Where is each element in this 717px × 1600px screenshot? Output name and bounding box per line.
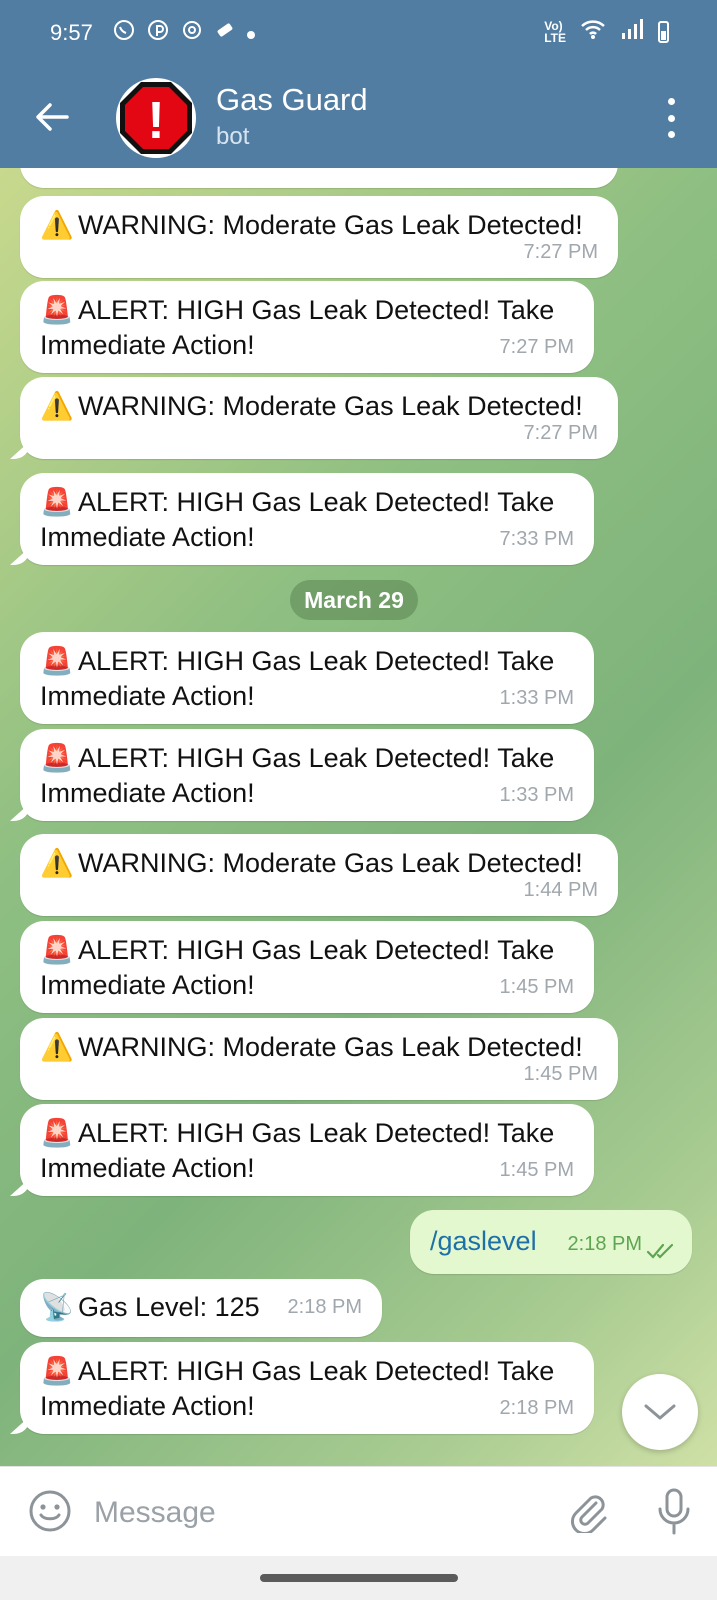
warning-icon: ⚠️ [40, 210, 74, 240]
home-gesture-handle[interactable] [260, 1574, 458, 1582]
paperclip-icon [571, 1495, 607, 1535]
command-link[interactable]: /gaslevel [430, 1226, 537, 1256]
more-options-button[interactable] [661, 98, 681, 138]
chevron-down-icon [644, 1404, 676, 1420]
siren-icon: 🚨 [40, 1118, 74, 1148]
avatar-symbol: ! [147, 92, 164, 150]
chat-title[interactable]: Gas Guard [216, 82, 368, 118]
message-bubble[interactable]: 🚨 ALERT: HIGH Gas Leak Detected! Take Imm… [20, 473, 594, 565]
message-time: 1:44 PM [523, 879, 598, 901]
message-time: 7:27 PM [523, 241, 598, 263]
message-text: ALERT: HIGH Gas Leak Detected! Take Imme… [40, 295, 555, 360]
stop-sign-icon: ! [120, 82, 192, 154]
dot-icon [246, 20, 256, 48]
message-bubble[interactable]: 🚨 ALERT: HIGH Gas Leak Detected! Take Imm… [20, 281, 594, 373]
message-text: WARNING: Moderate Gas Leak Detected! [78, 848, 583, 878]
message-bubble[interactable]: 🚨 ALERT: HIGH Gas Leak Detected! Take Imm… [20, 632, 594, 724]
attach-button[interactable] [566, 1489, 610, 1535]
arrow-left-icon [36, 103, 69, 131]
outgoing-message-bubble[interactable]: /gaslevel 2:18 PM [410, 1210, 692, 1274]
double-check-icon [646, 1243, 674, 1259]
message-text: ALERT: HIGH Gas Leak Detected! Take Imme… [40, 1118, 555, 1183]
warning-icon: ⚠️ [40, 848, 74, 878]
chat-subtitle: bot [216, 123, 250, 150]
voice-record-button[interactable] [652, 1487, 696, 1537]
message-bubble[interactable]: 7:27 PM [20, 168, 618, 188]
menu-dot-icon [667, 114, 675, 122]
message-text: ALERT: HIGH Gas Leak Detected! Take Imme… [40, 646, 555, 711]
siren-icon: 🚨 [40, 743, 74, 773]
ticket-icon [214, 19, 236, 49]
volte-icon: Vo) LTE [544, 18, 566, 45]
message-text: ALERT: HIGH Gas Leak Detected! Take Imme… [40, 1356, 555, 1421]
battery-icon [658, 20, 669, 43]
message-text: WARNING: Moderate Gas Leak Detected! [78, 1032, 583, 1062]
message-time: 1:33 PM [499, 784, 574, 806]
wifi-icon [580, 18, 606, 45]
message-bubble[interactable]: ⚠️ WARNING: Moderate Gas Leak Detected! 1… [20, 1018, 618, 1100]
message-time: 1:45 PM [499, 1159, 574, 1181]
message-time: 1:33 PM [499, 687, 574, 709]
scroll-to-bottom-button[interactable] [622, 1374, 698, 1450]
back-button[interactable] [30, 95, 74, 139]
siren-icon: 🚨 [40, 1356, 74, 1386]
whatsapp-icon [112, 18, 136, 50]
message-text: ALERT: HIGH Gas Leak Detected! Take Imme… [40, 743, 555, 808]
status-system-icons: Vo) LTE [544, 18, 669, 45]
emoji-button[interactable] [28, 1489, 72, 1533]
message-time: 7:27 PM [524, 168, 598, 180]
message-time: 7:27 PM [499, 336, 574, 358]
message-time: 2:18 PM [287, 1296, 362, 1318]
microphone-icon [658, 1488, 690, 1535]
pinterest-icon [146, 18, 170, 50]
message-time: 1:45 PM [523, 1063, 598, 1085]
system-navigation-bar [0, 1556, 717, 1600]
avatar[interactable]: ! [116, 78, 196, 158]
message-bubble[interactable]: ⚠️ WARNING: Moderate Gas Leak Detected! 1… [20, 834, 618, 916]
message-bubble[interactable]: 🚨 ALERT: HIGH Gas Leak Detected! Take Imm… [20, 729, 594, 821]
satellite-icon: 📡 [40, 1292, 74, 1322]
chat-history[interactable]: 7:27 PM ⚠️WARNING: Moderate Gas Leak Det… [0, 168, 717, 1466]
message-input[interactable] [92, 1485, 536, 1541]
message-text: ALERT: HIGH Gas Leak Detected! Take Imme… [40, 487, 555, 552]
message-time: 7:33 PM [499, 528, 574, 550]
message-bubble[interactable]: 🚨 ALERT: HIGH Gas Leak Detected! Take Imm… [20, 1342, 594, 1434]
status-time: 9:57 [50, 20, 93, 45]
smiley-icon [29, 1490, 71, 1532]
menu-dot-icon [667, 131, 675, 138]
warning-icon: ⚠️ [40, 391, 74, 421]
message-text: ALERT: HIGH Gas Leak Detected! Take Imme… [40, 935, 555, 1000]
message-text: WARNING: Moderate Gas Leak Detected! [78, 391, 583, 421]
message-time: 7:27 PM [523, 422, 598, 444]
signal-icon [620, 18, 644, 45]
warning-icon: ⚠️ [40, 1032, 74, 1062]
menu-dot-icon [667, 98, 675, 105]
message-bubble[interactable]: 📡 Gas Level: 125 2:18 PM [20, 1279, 382, 1337]
status-notification-icons [112, 18, 256, 50]
message-text: Gas Level: 125 [78, 1292, 260, 1322]
message-bubble[interactable]: ⚠️ WARNING: Moderate Gas Leak Detected! 7… [20, 377, 618, 459]
message-time: 1:45 PM [499, 976, 574, 998]
siren-icon: 🚨 [40, 646, 74, 676]
app-header: 9:57 Vo) LTE ! Gas Guard bot [0, 0, 717, 168]
siren-icon: 🚨 [40, 295, 74, 325]
siren-icon: 🚨 [40, 487, 74, 517]
message-composer [0, 1466, 717, 1557]
message-text: WARNING: Moderate Gas Leak Detected! [78, 210, 583, 240]
chatgpt-icon [180, 18, 204, 50]
siren-icon: 🚨 [40, 935, 74, 965]
message-bubble[interactable]: 🚨 ALERT: HIGH Gas Leak Detected! Take Imm… [20, 921, 594, 1013]
date-separator: March 29 [290, 580, 418, 620]
message-time: 2:18 PM [567, 1233, 642, 1255]
message-bubble[interactable]: ⚠️ WARNING: Moderate Gas Leak Detected! 7… [20, 196, 618, 278]
message-bubble[interactable]: 🚨 ALERT: HIGH Gas Leak Detected! Take Imm… [20, 1104, 594, 1196]
message-time: 2:18 PM [499, 1397, 574, 1419]
